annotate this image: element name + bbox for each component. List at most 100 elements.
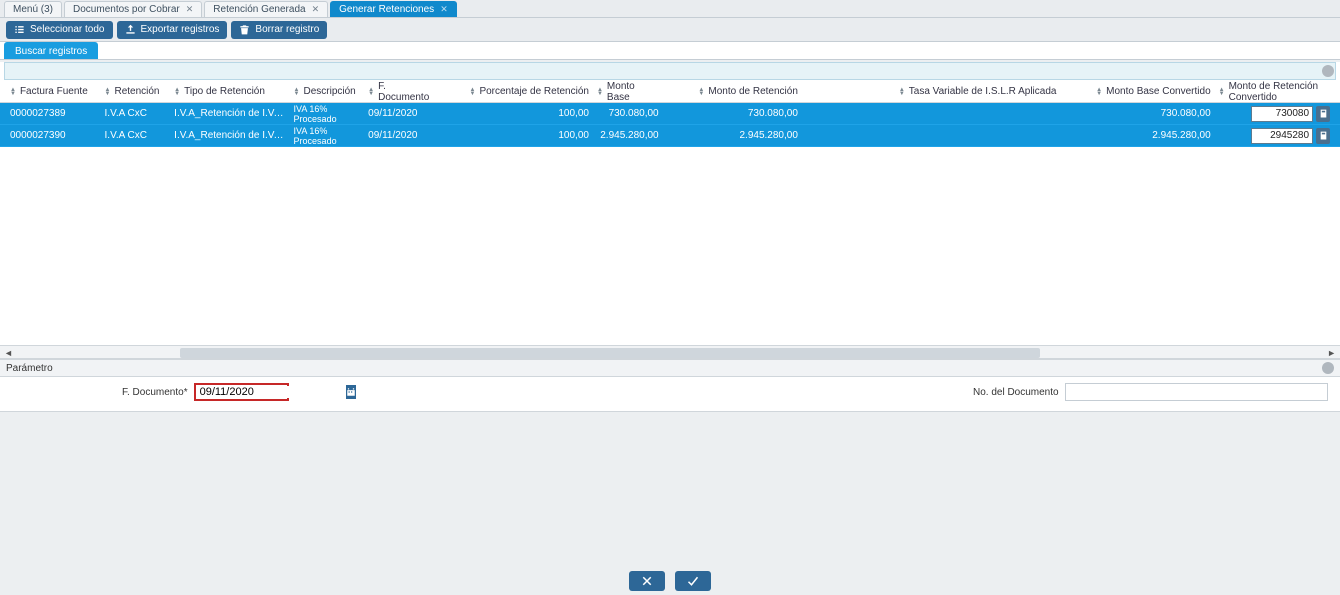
close-icon[interactable]: ✕ (312, 4, 320, 15)
col-label: Tipo de Retención (184, 86, 265, 97)
col-label: Factura Fuente (20, 86, 88, 97)
cell-text: IVA 16% (294, 126, 361, 136)
calculator-button[interactable] (1316, 128, 1330, 144)
list-icon (14, 24, 25, 35)
col-header-f-documento[interactable]: F. Documento (364, 81, 444, 103)
cancel-button[interactable] (629, 571, 665, 591)
col-header-monto-base[interactable]: Monto Base (593, 81, 663, 103)
col-header-descripcion[interactable]: Descripción (290, 86, 365, 97)
field-no-documento: No. del Documento (319, 383, 1328, 401)
table-row[interactable]: 0000027390 I.V.A CxC I.V.A_Retención de … (0, 125, 1340, 147)
tab-documentos-por-cobrar[interactable]: Documentos por Cobrar ✕ (64, 1, 202, 17)
export-icon (125, 24, 136, 35)
cell-ret-conv (1215, 106, 1334, 122)
col-header-tasa-variable[interactable]: Tasa Variable de I.S.L.R Aplicada (802, 86, 1061, 97)
sort-icon (597, 88, 603, 96)
sort-icon (698, 88, 704, 96)
col-header-tipo-retencion[interactable]: Tipo de Retención (170, 86, 289, 97)
toolbar: Seleccionar todo Exportar registros Borr… (0, 18, 1340, 42)
col-label: F. Documento (378, 81, 440, 103)
grid-empty-area (0, 147, 1340, 345)
no-documento-input[interactable] (1065, 383, 1328, 401)
subtab-label: Buscar registros (15, 46, 87, 57)
cell-fdoc: 09/11/2020 (364, 108, 444, 119)
subtab-buscar-registros[interactable]: Buscar registros (4, 42, 98, 59)
sort-icon (105, 88, 111, 96)
tabs-bar: Menú (3) Documentos por Cobrar ✕ Retenci… (0, 0, 1340, 18)
sort-icon (899, 88, 905, 96)
grid-filter-row[interactable] (4, 62, 1336, 80)
tab-generar-retenciones[interactable]: Generar Retenciones ✕ (330, 1, 457, 17)
scroll-right-icon[interactable]: ► (1327, 348, 1336, 358)
info-icon[interactable] (1322, 65, 1334, 77)
select-all-button[interactable]: Seleccionar todo (6, 21, 113, 39)
col-label: Porcentaje de Retención (479, 86, 589, 97)
tab-label: Menú (3) (13, 4, 53, 15)
calculator-icon (1319, 109, 1328, 118)
close-icon (641, 575, 653, 587)
export-button[interactable]: Exportar registros (117, 21, 228, 39)
cell-descripcion: IVA 16% Procesado (290, 126, 365, 146)
button-label: Borrar registro (255, 24, 319, 35)
col-header-retencion[interactable]: Retención (101, 86, 171, 97)
cell-text: IVA 16% (294, 104, 361, 114)
f-documento-input-wrap (194, 383, 289, 401)
check-icon (687, 575, 699, 587)
tab-retencion-generada[interactable]: Retención Generada ✕ (204, 1, 328, 17)
cell-factura: 0000027389 (6, 108, 101, 119)
close-icon[interactable]: ✕ (440, 4, 448, 15)
sort-icon (469, 88, 475, 96)
confirm-button[interactable] (675, 571, 711, 591)
cell-monto-ret: 2.945.280,00 (663, 130, 802, 141)
col-header-factura-fuente[interactable]: Factura Fuente (6, 86, 101, 97)
ret-conv-input[interactable] (1251, 106, 1313, 122)
scroll-thumb[interactable] (180, 348, 1040, 358)
no-documento-label: No. del Documento (319, 387, 1059, 398)
cell-monto-ret: 730.080,00 (663, 108, 802, 119)
col-label: Tasa Variable de I.S.L.R Aplicada (909, 86, 1057, 97)
calculator-button[interactable] (1316, 106, 1330, 122)
cell-text: Procesado (294, 136, 361, 146)
parameter-header: Parámetro (0, 359, 1340, 377)
col-header-base-convertido[interactable]: Monto Base Convertido (1060, 86, 1214, 97)
cell-porcentaje: 100,00 (444, 108, 593, 119)
grid-header: Factura Fuente Retención Tipo de Retenci… (0, 81, 1340, 103)
info-icon[interactable] (1322, 362, 1334, 374)
sort-icon (294, 88, 300, 96)
parameter-title: Parámetro (6, 363, 53, 374)
tab-menu[interactable]: Menú (3) (4, 1, 62, 17)
tab-label: Retención Generada (213, 4, 305, 15)
cell-factura: 0000027390 (6, 130, 101, 141)
tab-label: Generar Retenciones (339, 4, 434, 15)
cell-monto-base: 2.945.280,00 (593, 130, 663, 141)
col-label: Descripción (304, 86, 356, 97)
button-label: Seleccionar todo (30, 24, 105, 35)
cell-tipo: I.V.A_Retención de I.V.A. (170, 130, 289, 141)
cell-retencion: I.V.A CxC (101, 130, 171, 141)
sort-icon (10, 88, 16, 96)
f-documento-label: F. Documento* (122, 387, 188, 398)
cell-text: Procesado (294, 114, 361, 124)
col-label: Monto de Retención Convertido (1229, 81, 1330, 103)
sort-icon (368, 88, 374, 96)
tab-label: Documentos por Cobrar (73, 4, 180, 15)
table-row[interactable]: 0000027389 I.V.A CxC I.V.A_Retención de … (0, 103, 1340, 125)
horizontal-scrollbar[interactable]: ◄ ► (0, 345, 1340, 359)
close-icon[interactable]: ✕ (186, 4, 194, 15)
col-header-porcentaje[interactable]: Porcentaje de Retención (444, 86, 593, 97)
cell-base-conv: 2.945.280,00 (1060, 130, 1214, 141)
calculator-icon (1319, 131, 1328, 140)
col-header-monto-retencion[interactable]: Monto de Retención (663, 86, 802, 97)
cell-base-conv: 730.080,00 (1060, 108, 1214, 119)
ret-conv-input[interactable] (1251, 128, 1313, 144)
cell-retencion: I.V.A CxC (101, 108, 171, 119)
subtab-strip: Buscar registros (0, 42, 1340, 60)
col-header-ret-convertido[interactable]: Monto de Retención Convertido (1215, 81, 1334, 103)
cell-porcentaje: 100,00 (444, 130, 593, 141)
delete-button[interactable]: Borrar registro (231, 21, 327, 39)
scroll-left-icon[interactable]: ◄ (4, 348, 13, 358)
parameter-body: F. Documento* No. del Documento (0, 377, 1340, 412)
cell-fdoc: 09/11/2020 (364, 130, 444, 141)
field-f-documento: F. Documento* (122, 383, 289, 401)
cell-ret-conv (1215, 128, 1334, 144)
